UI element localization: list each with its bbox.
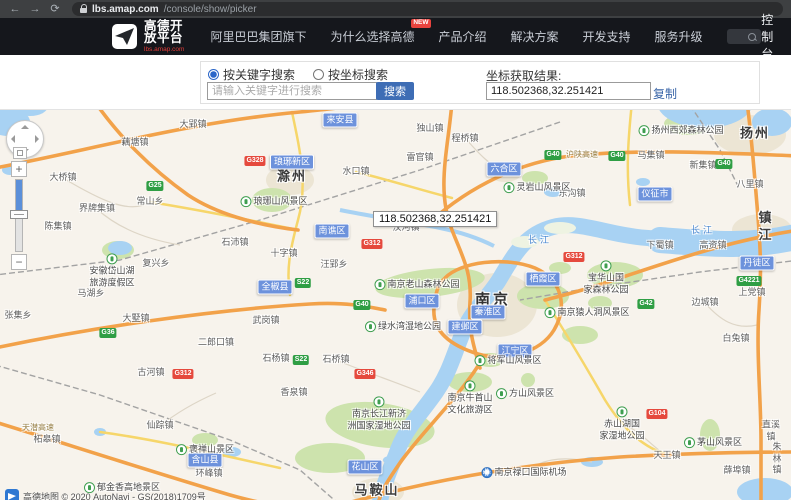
amap-mini-logo-icon — [5, 489, 19, 500]
logo-subtitle: lbs.amap.com — [144, 45, 185, 53]
nav-item-service-upgrade[interactable]: 服务升级 — [655, 28, 703, 45]
nav-item-why-amap[interactable]: 为什么选择高德 NEW — [330, 19, 431, 45]
keyword-input[interactable] — [207, 82, 377, 100]
forward-icon[interactable]: → — [28, 0, 42, 18]
coordinate-result-input[interactable] — [486, 82, 651, 100]
logo-title: 高德开放平台 — [144, 18, 184, 46]
screen: ← → ⟳ lbs.amap.com /console/show/picker … — [0, 0, 791, 500]
copyright-text: 高德地图 © 2020 AutoNavi - GS(2018)1709号 — [23, 491, 206, 500]
radio-coordinate-label: 按坐标搜索 — [328, 68, 389, 82]
site-nav: 高德开放平台 lbs.amap.com 阿里巴巴集团旗下 为什么选择高德 NEW … — [0, 13, 791, 61]
url-path: /console/show/picker — [163, 3, 257, 15]
search-button[interactable]: 搜索 — [376, 82, 414, 100]
address-bar[interactable]: lbs.amap.com /console/show/picker — [72, 2, 783, 16]
nav-item-label: 为什么选择高德 — [330, 30, 415, 44]
map-copyright: 高德地图 © 2020 AutoNavi - GS(2018)1709号 — [5, 489, 206, 500]
paper-plane-icon — [112, 24, 137, 49]
map-canvas[interactable] — [0, 110, 791, 500]
radio-coordinate-input[interactable] — [313, 69, 325, 80]
search-mode-radios: 按关键字搜索 按坐标搜索 — [208, 66, 388, 83]
nav-item-solutions[interactable]: 解决方案 — [511, 28, 559, 45]
lock-icon — [80, 3, 87, 13]
search-panel: 按关键字搜索 按坐标搜索 搜索 坐标获取结果: 复制 — [200, 61, 760, 104]
radio-keyword-input[interactable] — [208, 69, 219, 80]
reload-icon[interactable]: ⟳ — [48, 0, 62, 18]
search-icon — [748, 32, 757, 41]
nav-item-products[interactable]: 产品介绍 — [439, 28, 487, 45]
nav-search-input[interactable] — [726, 29, 762, 44]
radio-keyword-label: 按关键字搜索 — [223, 68, 296, 82]
pan-right-icon[interactable] — [35, 135, 39, 143]
zoom-in-button[interactable]: + — [11, 161, 27, 177]
nav-item-dev-support[interactable]: 开发支持 — [583, 28, 631, 45]
map[interactable]: 滁州 扬州 镇江 南京 马鞍山 来安县 琅琊新区 六合区 仪征市 南谯区 全椒县 丹徒区 浦口区 秦淮区栖… — [0, 110, 791, 500]
back-icon[interactable]: ← — [8, 0, 22, 18]
nav-item-alibaba[interactable]: 阿里巴巴集团旗下 — [210, 28, 306, 45]
amap-logo[interactable]: 高德开放平台 lbs.amap.com — [112, 20, 184, 54]
zoom-rect-button[interactable] — [13, 147, 27, 159]
zoom-slider-handle[interactable] — [10, 210, 28, 219]
url-host: lbs.amap.com — [92, 3, 159, 15]
browser-bar: ← → ⟳ lbs.amap.com /console/show/picker — [0, 0, 791, 18]
pan-up-icon[interactable] — [21, 125, 29, 129]
radio-coordinate-search[interactable]: 按坐标搜索 — [313, 66, 388, 83]
picker-toolbar: 按关键字搜索 按坐标搜索 搜索 坐标获取结果: 复制 — [0, 55, 791, 110]
coordinate-tooltip: 118.502368,32.251421 — [373, 211, 498, 227]
new-badge: NEW — [411, 19, 431, 28]
zoom-out-button[interactable]: − — [11, 254, 27, 270]
radio-keyword-search[interactable]: 按关键字搜索 — [208, 66, 295, 83]
copy-link[interactable]: 复制 — [653, 85, 677, 102]
pan-left-icon[interactable] — [11, 135, 15, 143]
